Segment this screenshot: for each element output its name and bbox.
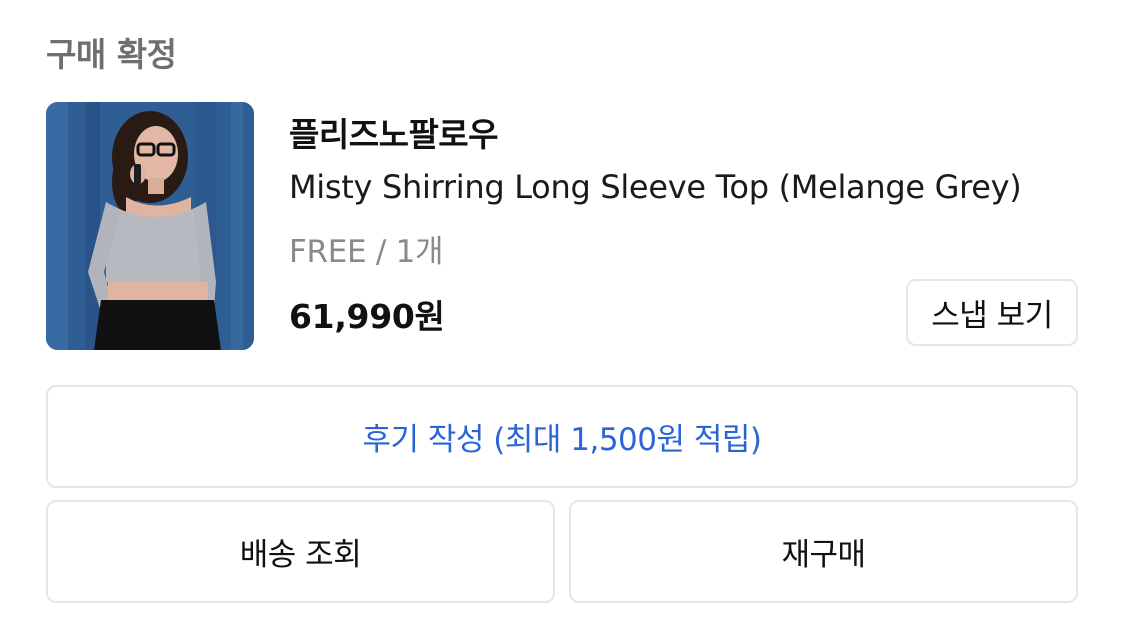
track-delivery-label: 배송 조회 (239, 537, 362, 573)
snap-view-button[interactable]: 스냅 보기 (906, 279, 1078, 346)
product-thumbnail[interactable] (46, 102, 254, 350)
product-price: 61,990원 (289, 297, 445, 336)
product-name[interactable]: Misty Shirring Long Sleeve Top (Melange … (289, 168, 1022, 206)
write-review-button[interactable]: 후기 작성 (최대 1,500원 적립) (46, 385, 1078, 488)
order-status-label: 구매 확정 (46, 35, 177, 74)
product-photo-icon (46, 102, 254, 350)
order-item-card: 구매 확정 플리즈노팔로우 Misty Shirring Long Sleeve… (0, 0, 1125, 627)
track-delivery-button[interactable]: 배송 조회 (46, 500, 555, 603)
snap-view-label: 스냅 보기 (931, 298, 1053, 334)
product-brand[interactable]: 플리즈노팔로우 (289, 108, 499, 156)
product-option: FREE / 1개 (289, 234, 444, 270)
write-review-label: 후기 작성 (최대 1,500원 적립) (362, 422, 762, 458)
rebuy-label: 재구매 (781, 537, 866, 573)
rebuy-button[interactable]: 재구매 (569, 500, 1078, 603)
